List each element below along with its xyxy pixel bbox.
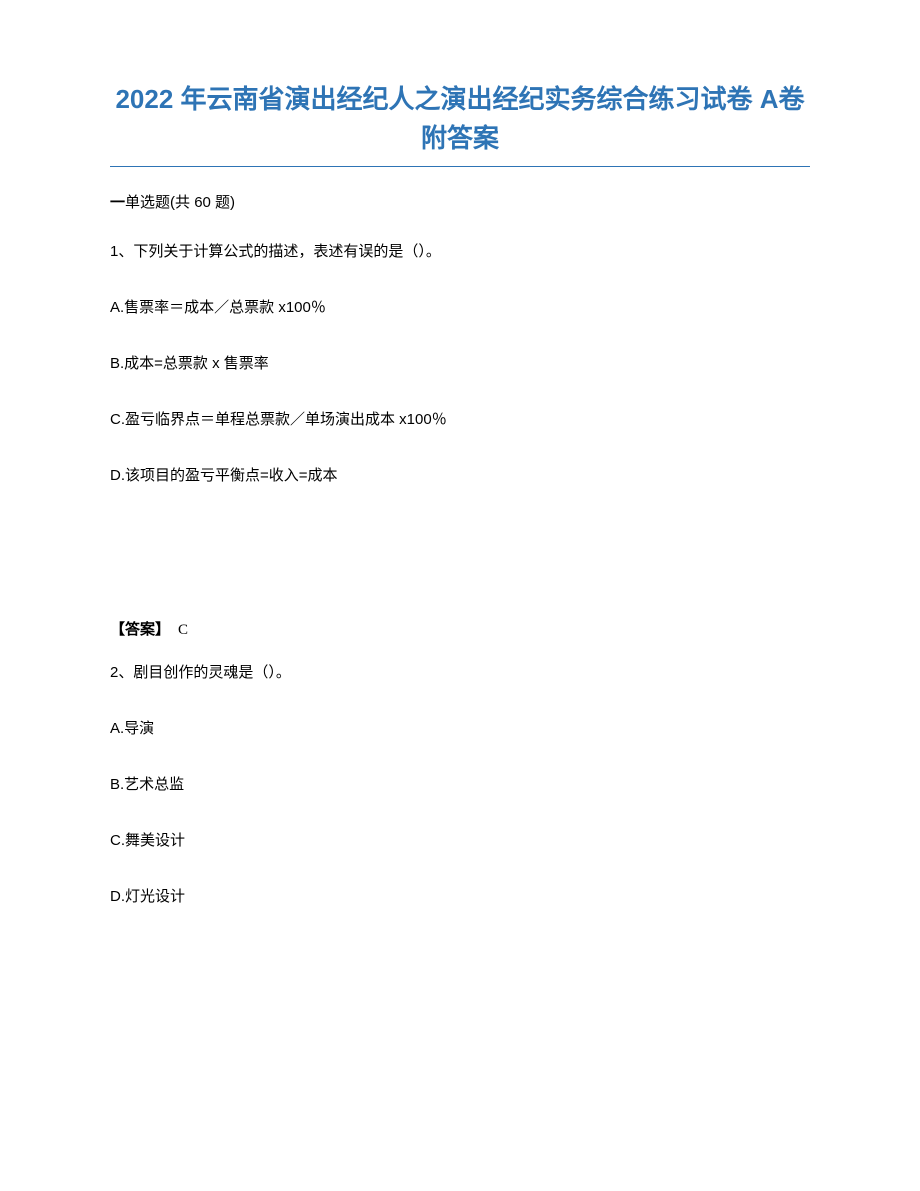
section-count-num: 60: [194, 194, 211, 211]
question-2-option-a: A.导演: [110, 717, 810, 741]
answer-label: 【答案】: [110, 621, 170, 638]
question-1-body: 下列关于计算公式的描述，表述有误的是（）。: [133, 243, 441, 260]
question-2-option-b: B.艺术总监: [110, 773, 810, 797]
section-count-open: (共: [170, 194, 194, 211]
page-title: 2022 年云南省演出经纪人之演出经纪实务综合练习试卷 A卷附答案: [110, 80, 810, 158]
section-count-close: 题): [211, 194, 235, 211]
question-1-option-d: D.该项目的盈亏平衡点=收入=成本: [110, 464, 810, 488]
question-1-option-b: B.成本=总票款 x 售票率: [110, 352, 810, 376]
section-prefix: 一: [110, 194, 125, 211]
question-2-number: 2、: [110, 664, 133, 681]
question-1-option-a: A.售票率＝成本／总票款 x100％: [110, 296, 810, 320]
question-2-option-d: D.灯光设计: [110, 885, 810, 909]
question-2-text: 2、剧目创作的灵魂是（）。: [110, 661, 810, 685]
answer-value: C: [178, 622, 188, 638]
question-1-option-c: C.盈亏临界点＝单程总票款／单场演出成本 x100％: [110, 408, 810, 432]
section-type: 单选题: [125, 194, 170, 211]
question-1-number: 1、: [110, 243, 133, 260]
question-2-option-c: C.舞美设计: [110, 829, 810, 853]
question-2-body: 剧目创作的灵魂是（）。: [133, 664, 291, 681]
question-1-answer: 【答案】 C: [110, 618, 810, 639]
question-1-text: 1、下列关于计算公式的描述，表述有误的是（）。: [110, 240, 810, 264]
section-header: 一单选题(共 60 题): [110, 191, 810, 212]
title-underline: [110, 166, 810, 167]
